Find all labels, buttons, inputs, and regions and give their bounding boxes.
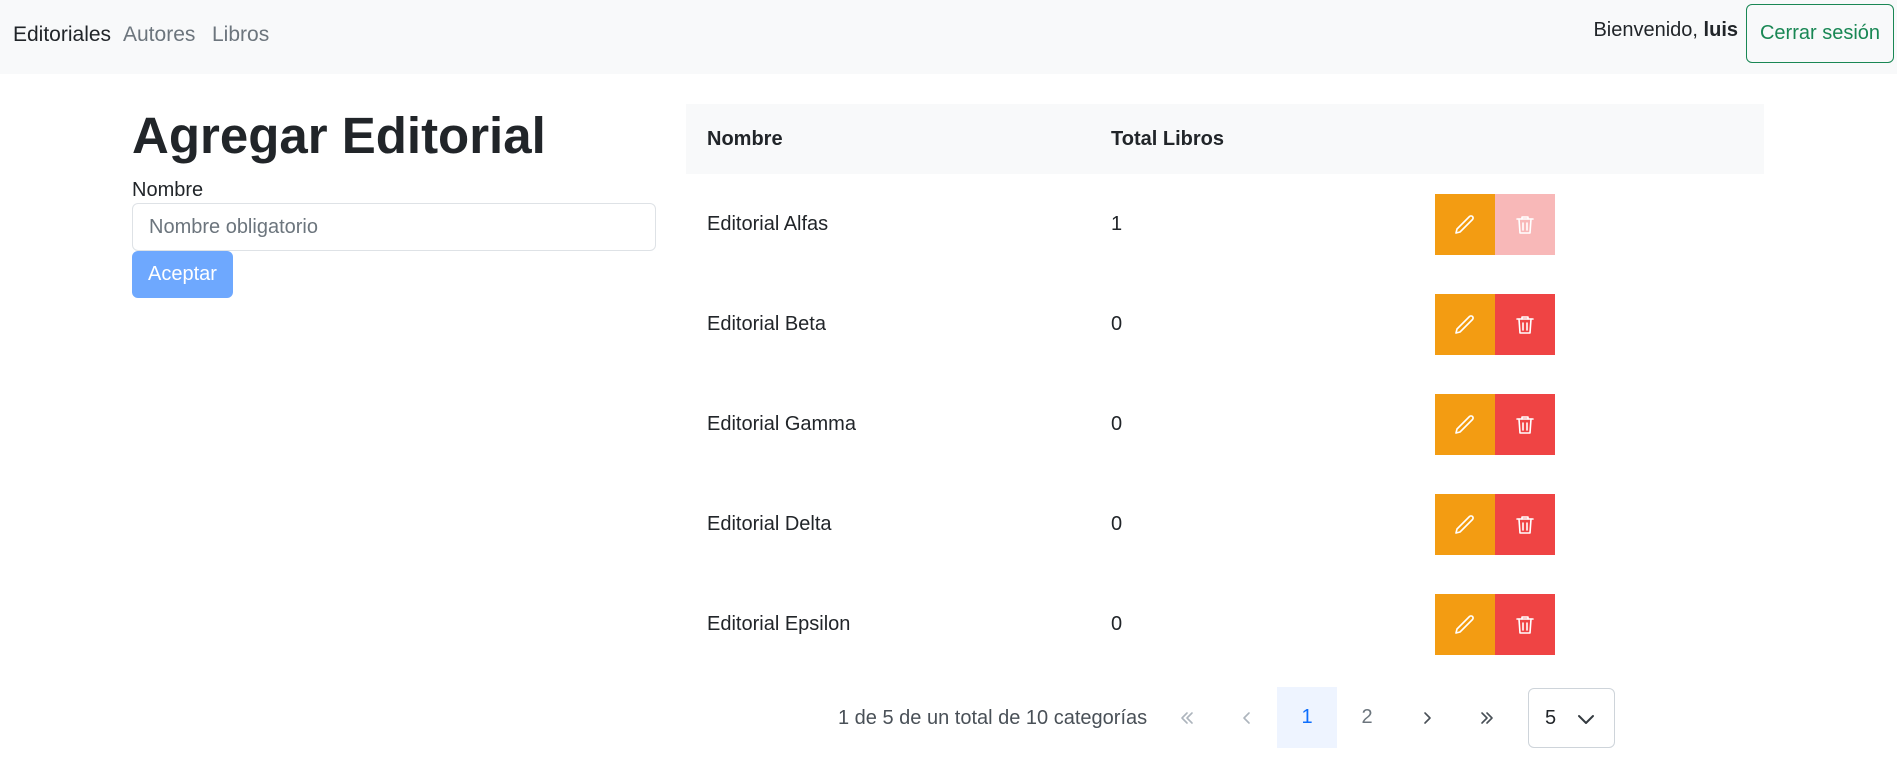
pencil-icon [1455,614,1474,634]
accept-button[interactable]: Aceptar [132,251,233,298]
trash-icon [1516,515,1534,534]
trash-icon [1516,615,1534,634]
edit-button[interactable] [1435,294,1495,355]
cell-name: Editorial Gamma [707,413,856,435]
cell-name: Editorial Beta [707,313,826,335]
cell-name: Editorial Alfas [707,213,829,235]
prev-page-button[interactable] [1217,687,1277,748]
top-navbar: Editoriales Autores Libros Bienvenido, l… [0,0,1897,74]
publishers-table: Nombre Total Libros Editorial Alfas 1 Edit… [686,104,1764,674]
delete-button[interactable] [1495,594,1555,655]
trash-icon [1516,415,1534,434]
delete-button[interactable] [1495,294,1555,355]
pencil-icon [1455,214,1474,234]
nav-item-libros[interactable]: Libros [212,23,269,47]
delete-button[interactable] [1495,494,1555,555]
first-page-button[interactable] [1157,687,1217,748]
edit-button[interactable] [1435,394,1495,455]
welcome-message: Bienvenido, luis [1593,18,1738,42]
table-row: Editorial Delta 0 [686,474,1764,574]
cell-total: 0 [1111,413,1123,435]
page-button-2[interactable]: 2 [1337,687,1397,748]
pencil-icon [1455,314,1474,334]
pencil-icon [1455,414,1474,434]
column-header-name: Nombre [707,128,783,150]
table-row: Editorial Alfas 1 [686,174,1764,274]
nav-item-editoriales[interactable]: Editoriales [13,23,111,47]
delete-button[interactable] [1495,394,1555,455]
chevron-right-icon [1424,711,1431,724]
edit-button[interactable] [1435,194,1495,255]
name-label: Nombre [132,179,204,201]
next-page-button[interactable] [1397,687,1457,748]
page-button-1[interactable]: 1 [1277,687,1337,748]
table-row: Editorial Beta 0 [686,274,1764,374]
cell-total: 0 [1111,613,1123,635]
trash-icon [1516,315,1534,334]
double-chevron-left-icon [1181,711,1193,724]
chevron-down-icon [1578,715,1594,724]
cell-name: Editorial Epsilon [707,613,851,635]
chevron-left-icon [1243,711,1250,724]
delete-button [1495,194,1555,255]
edit-button[interactable] [1435,494,1495,555]
logout-button[interactable]: Cerrar sesión [1746,4,1894,63]
nav-item-autores[interactable]: Autores [123,23,195,47]
double-chevron-right-icon [1481,711,1493,724]
edit-button[interactable] [1435,594,1495,655]
last-page-button[interactable] [1457,687,1517,748]
table-row: Editorial Gamma 0 [686,374,1764,474]
username: luis [1703,19,1738,41]
welcome-text: Bienvenido, [1593,19,1698,41]
cell-total: 1 [1111,213,1123,235]
cell-name: Editorial Delta [707,513,832,535]
form-title: Agregar Editorial [132,107,546,164]
page-size-value: 5 [1545,706,1557,729]
cell-total: 0 [1111,313,1123,335]
cell-total: 0 [1111,513,1123,535]
trash-icon [1516,215,1534,234]
pagination-info: 1 de 5 de un total de 10 categorías [838,707,1148,729]
table-body: Editorial Alfas 1 Editorial Beta 0 Editorial… [686,174,1764,674]
page-size-select[interactable]: 5 [1528,688,1615,748]
column-header-total: Total Libros [1111,128,1224,150]
table-row: Editorial Epsilon 0 [686,574,1764,674]
pencil-icon [1455,514,1474,534]
name-input[interactable] [132,203,656,251]
table-header: Nombre Total Libros [686,104,1764,174]
